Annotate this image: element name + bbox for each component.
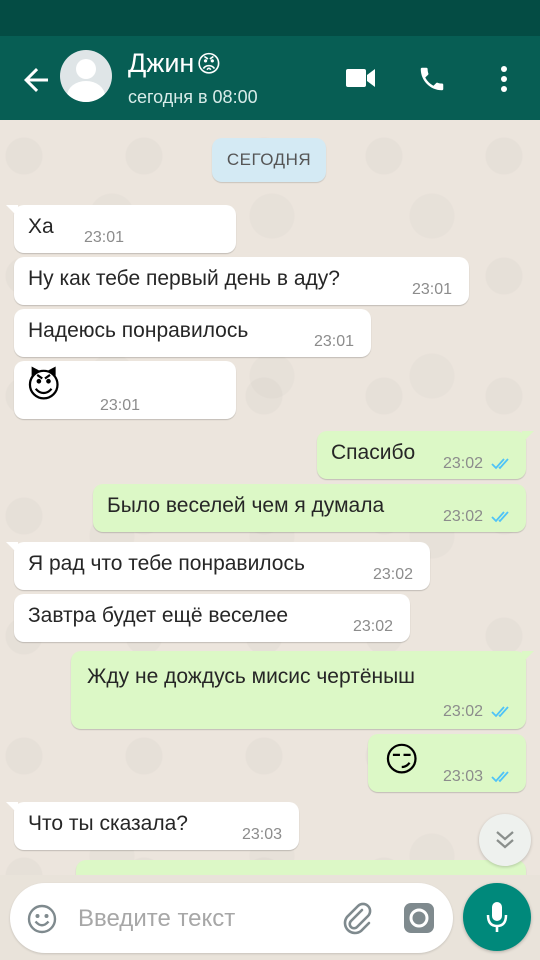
- message-incoming-emoji[interactable]: 😈 23:01: [14, 361, 236, 419]
- message-text: Завтра будет ещё веселее: [28, 604, 289, 627]
- chat-area[interactable]: СЕГОДНЯ Ха 23:01 Ну как тебе первый день…: [0, 120, 540, 875]
- scroll-to-bottom-button[interactable]: [479, 814, 531, 866]
- message-text: Я рад что тебе понравилось: [28, 552, 305, 575]
- avatar[interactable]: [60, 50, 112, 102]
- chat-header: Джин😡 сегодня в 08:00: [0, 36, 540, 120]
- message-outgoing[interactable]: Было веселей чем я думала 23:02: [93, 484, 526, 532]
- message-outgoing[interactable]: Спасибо 23:02: [317, 431, 534, 479]
- emoji-icon[interactable]: [26, 903, 58, 935]
- smirk-emoji: 😏: [384, 741, 420, 779]
- message-incoming[interactable]: Что ты сказала? 23:03: [6, 802, 299, 850]
- message-outgoing-partial[interactable]: [76, 860, 526, 875]
- message-time: 23:02: [443, 455, 484, 472]
- message-time: 23:03: [443, 768, 484, 785]
- message-incoming[interactable]: Надеюсь понравилось 23:01: [14, 309, 371, 357]
- message-time: 23:02: [373, 566, 414, 583]
- devil-emoji: 😈: [26, 367, 62, 405]
- message-time: 23:01: [100, 397, 141, 414]
- message-outgoing[interactable]: Жду не дождусь мисис чертёныш 23:02: [71, 651, 534, 729]
- contact-name-text: Джин: [128, 48, 195, 78]
- message-time: 23:02: [443, 508, 484, 525]
- message-text: Ха: [28, 215, 54, 238]
- double-check-icon: [491, 511, 509, 523]
- message-text: Ну как тебе первый день в аду?: [28, 267, 340, 290]
- message-incoming[interactable]: Ха 23:01: [6, 205, 236, 253]
- message-input-box: [10, 883, 453, 953]
- message-time: 23:01: [84, 229, 125, 246]
- message-text: Было веселей чем я думала: [107, 494, 385, 517]
- microphone-icon: [486, 902, 508, 932]
- camera-icon[interactable]: [402, 901, 436, 935]
- contact-name[interactable]: Джин😡: [128, 48, 221, 79]
- last-seen-status: сегодня в 08:00: [128, 87, 258, 107]
- message-outgoing-emoji[interactable]: 😏 23:03: [368, 734, 526, 792]
- message-time: 23:03: [242, 826, 283, 843]
- message-incoming[interactable]: Ну как тебе первый день в аду? 23:01: [14, 257, 469, 305]
- composer-bar: [0, 875, 540, 960]
- message-input[interactable]: [76, 897, 330, 941]
- message-text: Что ты сказала?: [28, 812, 188, 835]
- message-time: 23:02: [443, 703, 484, 720]
- status-bar: [0, 0, 540, 36]
- contact-name-emoji: 😡: [196, 51, 222, 78]
- phone-icon[interactable]: [417, 64, 447, 94]
- message-time: 23:01: [314, 333, 355, 350]
- message-text: Жду не дождусь мисис чертёныш: [87, 665, 416, 688]
- message-time: 23:01: [412, 281, 453, 298]
- back-arrow-icon[interactable]: [18, 62, 54, 98]
- message-incoming[interactable]: Завтра будет ещё веселее 23:02: [14, 594, 410, 642]
- more-vert-icon[interactable]: [494, 64, 514, 94]
- microphone-button[interactable]: [463, 883, 531, 951]
- message-text: Спасибо: [331, 441, 416, 464]
- message-time: 23:02: [353, 618, 394, 635]
- double-check-icon: [491, 771, 509, 783]
- avatar-placeholder-icon: [76, 59, 96, 79]
- date-separator: СЕГОДНЯ: [212, 138, 326, 182]
- double-check-icon: [491, 458, 509, 470]
- paperclip-icon[interactable]: [340, 901, 374, 935]
- video-call-icon[interactable]: [346, 66, 376, 90]
- chevron-double-down-icon: [496, 831, 514, 849]
- double-check-icon: [491, 706, 509, 718]
- message-incoming[interactable]: Я рад что тебе понравилось 23:02: [6, 542, 430, 590]
- message-text: Надеюсь понравилось: [28, 319, 249, 342]
